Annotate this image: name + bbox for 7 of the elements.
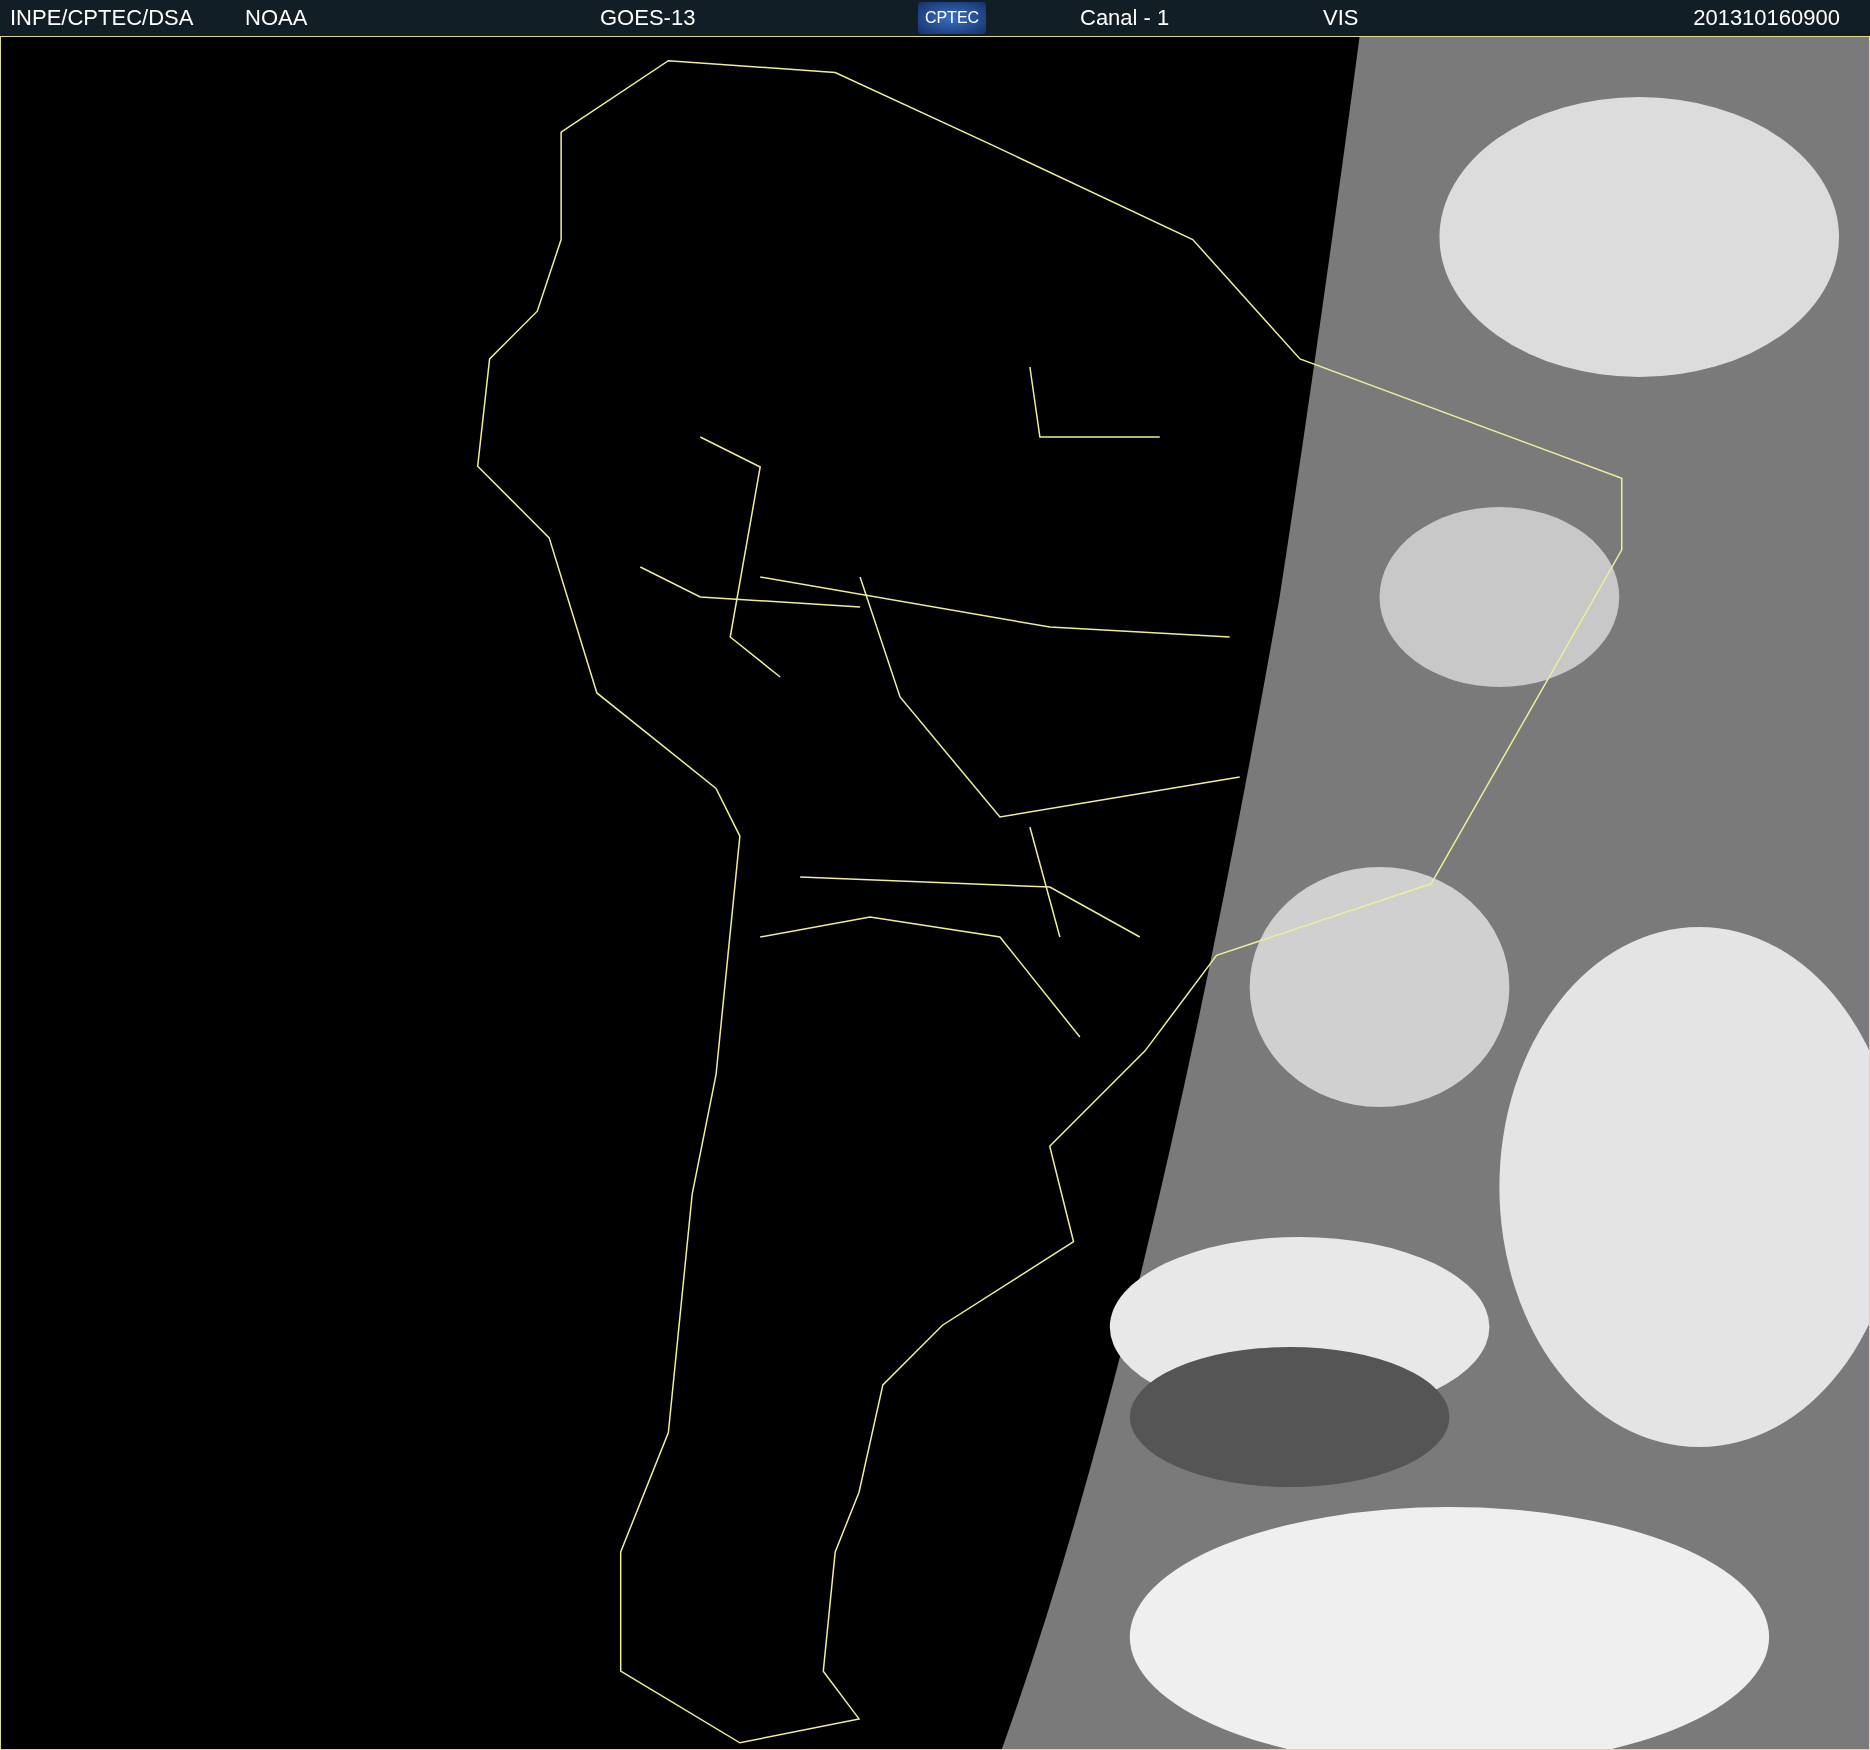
header-label: 201310160900 [1693, 5, 1840, 31]
header-label: Canal - 1 [1080, 5, 1171, 31]
logo-badge: CPTEC [918, 2, 986, 34]
header-label: NOAA [245, 5, 309, 31]
header-label: INPE/CPTEC/DSA [10, 5, 195, 31]
header-label: GOES-13 [600, 5, 697, 31]
header-label: VIS [1323, 5, 1360, 31]
